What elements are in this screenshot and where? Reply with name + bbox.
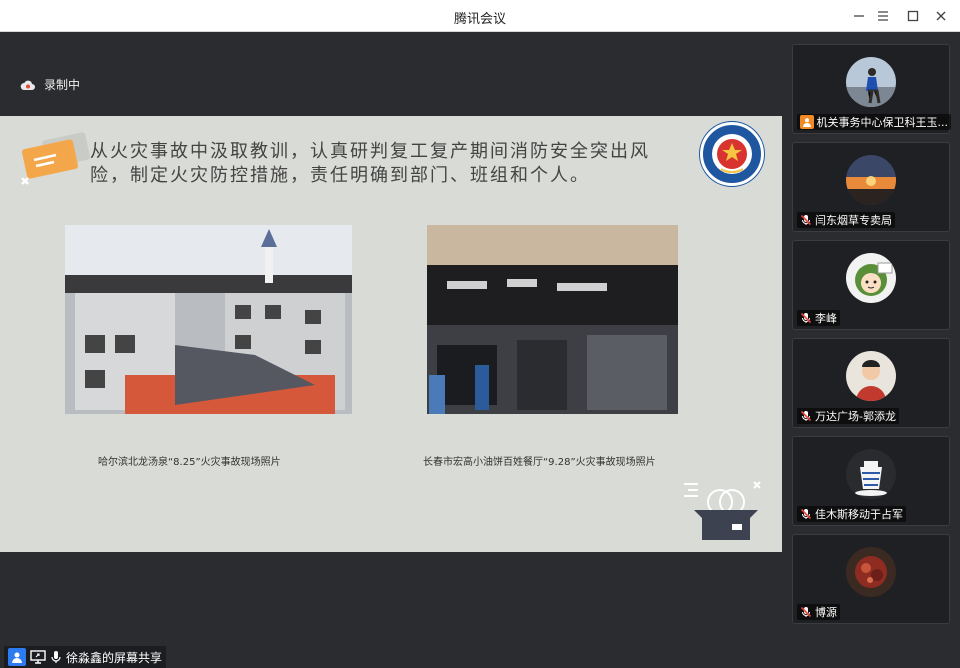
slide-heading: 从火灾事故中汲取教训，认真研判复工复产期间消防安全突出风险，制定火灾防控措施，责…: [90, 141, 650, 186]
avatar: [846, 351, 896, 401]
presentation-slide: 从火灾事故中汲取教训，认真研判复工复产期间消防安全突出风险，制定火灾防控措施，责…: [0, 116, 782, 552]
recording-label: 录制中: [44, 78, 81, 92]
avatar: [846, 253, 896, 303]
screen-share-indicator[interactable]: 徐淼鑫的屏幕共享: [4, 646, 167, 668]
note-decoration-icon: [21, 132, 90, 185]
participant-name: 佳木斯移动于占军: [815, 508, 903, 521]
screen-share-label: 徐淼鑫的屏幕共享: [66, 650, 163, 665]
mic-muted-icon: [800, 410, 812, 422]
photo-caption-2: 长春市宏高小油饼百姓餐厅“9.28”火灾事故现场照片: [423, 457, 656, 468]
participant-tile[interactable]: 闫东烟草专卖局: [792, 142, 950, 232]
mic-muted-icon: [800, 606, 812, 618]
mic-muted-icon: [800, 508, 812, 520]
participant-name-tag: 佳木斯移动于占军: [797, 506, 906, 522]
pin-icon[interactable]: [872, 5, 894, 27]
participant-tile[interactable]: 李峰: [792, 240, 950, 330]
fire-rescue-emblem: [700, 122, 764, 186]
participant-tile[interactable]: 机关事务中心保卫科王玉...: [792, 44, 951, 134]
window-title: 腾讯会议: [453, 12, 506, 27]
avatar: [846, 155, 896, 205]
participant-name: 博源: [815, 606, 837, 619]
participant-name-tag: 博源: [797, 604, 840, 620]
fire-photo-harbin: [65, 225, 352, 414]
maximize-button[interactable]: [902, 5, 924, 27]
minimize-button[interactable]: [848, 5, 870, 27]
recording-indicator[interactable]: 录制中: [20, 76, 80, 93]
participant-name-tag: 李峰: [797, 310, 840, 326]
participant-name-tag: 闫东烟草专卖局: [797, 212, 895, 228]
participant-name: 机关事务中心保卫科王玉...: [816, 116, 949, 129]
participant-name: 闫东烟草专卖局: [815, 214, 892, 227]
photo-caption-1: 哈尔滨北龙汤泉“8.25”火灾事故现场照片: [98, 457, 281, 468]
avatar: [846, 547, 896, 597]
participant-name-tag: 机关事务中心保卫科王玉...: [797, 114, 951, 130]
participant-name-tag: 万达广场-郭添龙: [797, 408, 899, 424]
screen-share-icon: [30, 650, 46, 664]
title-bar: 腾讯会议: [0, 0, 960, 32]
participant-tile[interactable]: 万达广场-郭添龙: [792, 338, 950, 428]
participant-name: 李峰: [815, 312, 837, 325]
participant-list: 机关事务中心保卫科王玉... 闫东烟草专卖局 李峰 万达广场-郭添龙 佳木斯移动…: [784, 32, 960, 640]
mic-muted-icon: [800, 312, 812, 324]
participant-tile[interactable]: 佳木斯移动于占军: [792, 436, 950, 526]
fire-photo-changchun: [427, 225, 678, 414]
user-icon: [8, 648, 26, 666]
shared-screen-area: 录制中 从火灾事故中汲取教训，认真研判复工复产期间消防安全突出风险，制定火灾防控…: [0, 32, 784, 668]
participant-tile[interactable]: 博源: [792, 534, 950, 624]
mic-muted-icon: [800, 214, 812, 226]
close-button[interactable]: [930, 5, 952, 27]
cloud-recording-icon: [20, 80, 35, 90]
microphone-icon: [51, 651, 61, 663]
box-decoration-icon: [684, 481, 761, 540]
user-icon: [800, 115, 814, 129]
avatar: [846, 57, 896, 107]
avatar: [846, 449, 896, 499]
participant-name: 万达广场-郭添龙: [815, 410, 896, 423]
